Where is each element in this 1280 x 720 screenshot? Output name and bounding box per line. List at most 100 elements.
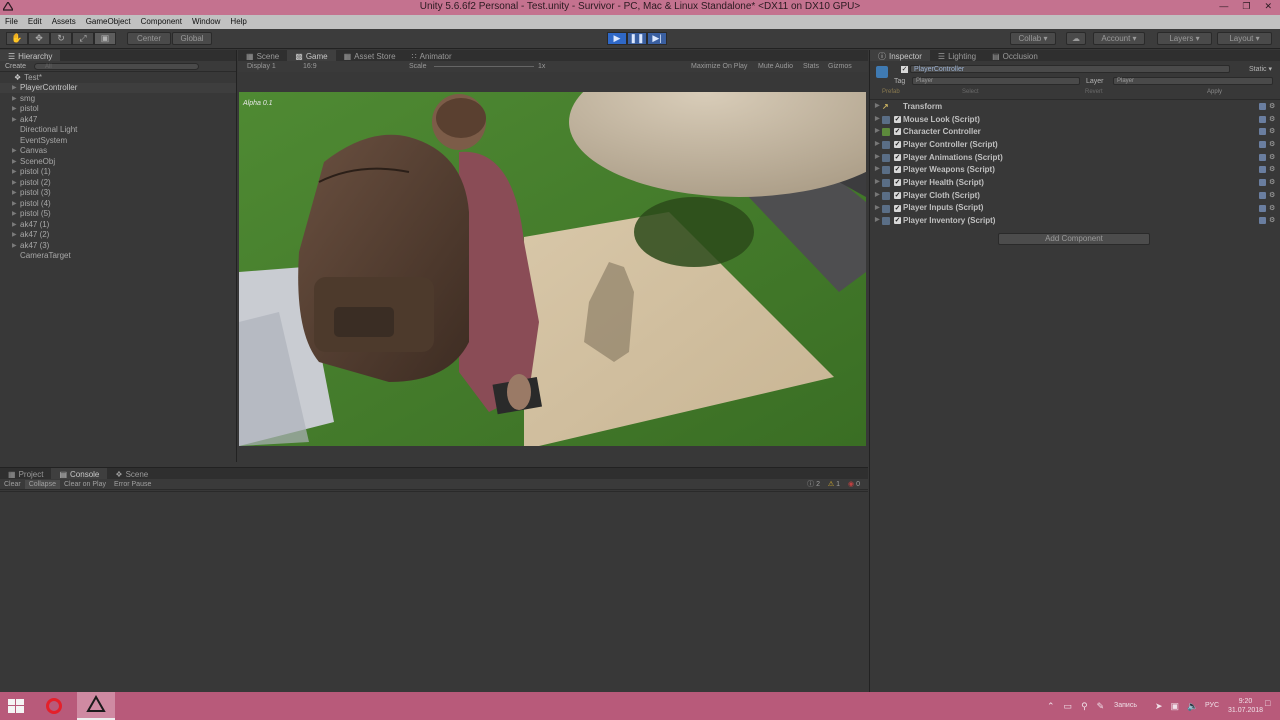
help-book-icon[interactable]: [1259, 103, 1266, 110]
component-header[interactable]: ▶ ✓ Player Cloth (Script) ⚙: [870, 189, 1280, 202]
expand-arrow-icon[interactable]: ▶: [12, 210, 17, 217]
component-enabled-checkbox[interactable]: ✓: [894, 217, 901, 225]
tab-inspector[interactable]: ⓘ Inspector: [870, 50, 930, 61]
component-header[interactable]: ▶ ✓ Player Health (Script) ⚙: [870, 176, 1280, 189]
scale-tool-icon[interactable]: ⤢: [72, 32, 94, 45]
pause-icon[interactable]: ❚❚: [627, 32, 647, 45]
help-book-icon[interactable]: [1259, 191, 1266, 199]
hierarchy-item[interactable]: ▶ pistol (4): [0, 198, 236, 209]
add-component-button[interactable]: Add Component: [998, 232, 1150, 245]
help-book-icon[interactable]: [1259, 153, 1266, 161]
scale-slider[interactable]: [434, 66, 534, 67]
layers-dropdown[interactable]: Layers ▾: [1157, 32, 1212, 45]
notifications-icon[interactable]: □: [1265, 698, 1275, 712]
display-dropdown[interactable]: Display 1: [247, 63, 276, 70]
cloud-icon[interactable]: ☁: [1066, 32, 1086, 45]
volume-icon[interactable]: 🔈: [1187, 701, 1198, 712]
menu-file[interactable]: File: [0, 15, 23, 29]
hierarchy-item[interactable]: ▶ Canvas: [0, 146, 236, 157]
component-enabled-checkbox[interactable]: ✓: [894, 141, 901, 149]
gizmos-dropdown[interactable]: Gizmos: [828, 63, 852, 70]
expand-arrow-icon[interactable]: ▶: [12, 168, 17, 175]
rotate-tool-icon[interactable]: ↻: [50, 32, 72, 45]
gear-icon[interactable]: ⚙: [1269, 103, 1276, 110]
create-dropdown[interactable]: Create: [5, 63, 26, 70]
tab-game[interactable]: ▩ Game: [287, 50, 336, 61]
expand-arrow-icon[interactable]: ▶: [12, 221, 17, 228]
help-book-icon[interactable]: [1259, 128, 1266, 136]
tab-console[interactable]: ▤ Console: [51, 468, 108, 479]
chevron-up-icon[interactable]: ⌃: [1047, 701, 1055, 712]
component-header[interactable]: ▶ ✓ Player Animations (Script) ⚙: [870, 151, 1280, 164]
tab-scene-bottom[interactable]: ❖ Scene: [107, 468, 156, 479]
menu-help[interactable]: Help: [225, 15, 251, 29]
component-enabled-checkbox[interactable]: ✓: [894, 204, 901, 212]
gear-icon[interactable]: ⚙: [1269, 154, 1276, 161]
gear-icon[interactable]: ⚙: [1269, 192, 1276, 199]
hierarchy-item[interactable]: ▶ SceneObj: [0, 156, 236, 167]
fold-arrow-icon[interactable]: ▶: [875, 216, 880, 223]
fold-arrow-icon[interactable]: ▶: [875, 102, 880, 109]
search-icon[interactable]: ⚲: [1081, 701, 1088, 712]
active-checkbox[interactable]: ✓: [901, 66, 908, 73]
pivot-toggle-button[interactable]: Center: [127, 32, 171, 45]
help-book-icon[interactable]: [1259, 217, 1266, 225]
object-name-field[interactable]: PlayerController: [910, 65, 1230, 73]
component-header[interactable]: ▶ ✓ Player Inventory (Script) ⚙: [870, 214, 1280, 227]
fold-arrow-icon[interactable]: ▶: [875, 115, 880, 122]
mute-audio-toggle[interactable]: Mute Audio: [758, 63, 793, 70]
fold-arrow-icon[interactable]: ▶: [875, 165, 880, 172]
aspect-dropdown[interactable]: 16:9: [303, 63, 317, 70]
fold-arrow-icon[interactable]: ▶: [875, 127, 880, 134]
hierarchy-item[interactable]: ▶ ak47 (3): [0, 240, 236, 251]
minimize-icon[interactable]: —: [1219, 1, 1228, 12]
hierarchy-item[interactable]: ▶ pistol (5): [0, 209, 236, 220]
console-error-pause-toggle[interactable]: Error Pause: [110, 480, 155, 489]
help-book-icon[interactable]: [1259, 115, 1266, 123]
clock[interactable]: 9:20 31.07.2018: [1228, 697, 1263, 715]
console-error-toggle[interactable]: ◉ 0: [848, 480, 860, 488]
static-toggle[interactable]: Static ▾: [1249, 65, 1272, 73]
tablet-icon[interactable]: ▭: [1064, 701, 1073, 712]
hierarchy-item[interactable]: ▶ pistol (2): [0, 177, 236, 188]
hierarchy-item[interactable]: ▶ ak47 (1): [0, 219, 236, 230]
maximize-on-play-toggle[interactable]: Maximize On Play: [691, 63, 747, 70]
expand-arrow-icon[interactable]: ▶: [12, 179, 17, 186]
move-tool-icon[interactable]: ✥: [28, 32, 50, 45]
menu-window[interactable]: Window: [187, 15, 225, 29]
hand-tool-icon[interactable]: ✋: [6, 32, 28, 45]
component-header[interactable]: ▶ ✓ Player Inputs (Script) ⚙: [870, 202, 1280, 215]
expand-arrow-icon[interactable]: ▶: [12, 116, 17, 123]
expand-arrow-icon[interactable]: ▶: [12, 231, 17, 238]
fold-arrow-icon[interactable]: ▶: [875, 191, 880, 198]
component-enabled-checkbox[interactable]: ✓: [894, 115, 901, 123]
help-book-icon[interactable]: [1259, 166, 1266, 174]
fold-arrow-icon[interactable]: ▶: [875, 153, 880, 160]
menu-component[interactable]: Component: [136, 15, 187, 29]
close-icon[interactable]: ✕: [1264, 1, 1272, 12]
tab-lighting[interactable]: ☰ Lighting: [930, 50, 984, 61]
console-clear-on-play-toggle[interactable]: Clear on Play: [60, 480, 110, 489]
maximize-icon[interactable]: ❐: [1242, 1, 1250, 12]
fold-arrow-icon[interactable]: ▶: [875, 204, 880, 211]
gear-icon[interactable]: ⚙: [1269, 141, 1276, 148]
hierarchy-item[interactable]: ▶ smg: [0, 93, 236, 104]
component-enabled-checkbox[interactable]: ✓: [894, 191, 901, 199]
component-enabled-checkbox[interactable]: ✓: [894, 166, 901, 174]
gear-icon[interactable]: ⚙: [1269, 217, 1276, 224]
gear-icon[interactable]: ⚙: [1269, 116, 1276, 123]
component-enabled-checkbox[interactable]: ✓: [894, 128, 901, 136]
layer-dropdown[interactable]: Player: [1113, 77, 1273, 85]
prefab-apply-button[interactable]: Apply: [1207, 89, 1222, 95]
hierarchy-item[interactable]: ▶ ak47 (2): [0, 230, 236, 241]
console-clear-button[interactable]: Clear: [0, 480, 25, 489]
fold-arrow-icon[interactable]: ▶: [875, 178, 880, 185]
tab-scene[interactable]: ▦ Scene: [238, 50, 287, 61]
hierarchy-item[interactable]: ▶ pistol: [0, 104, 236, 115]
component-header[interactable]: ▶ ✓ Player Controller (Script) ⚙: [870, 138, 1280, 151]
notes-icon[interactable]: ✎: [1097, 701, 1105, 712]
tab-asset-store[interactable]: ▦ Asset Store: [336, 50, 404, 61]
component-header[interactable]: ▶ ✓ Character Controller ⚙: [870, 125, 1280, 138]
rect-tool-icon[interactable]: ▣: [94, 32, 116, 45]
hierarchy-item[interactable]: Directional Light: [0, 125, 236, 136]
